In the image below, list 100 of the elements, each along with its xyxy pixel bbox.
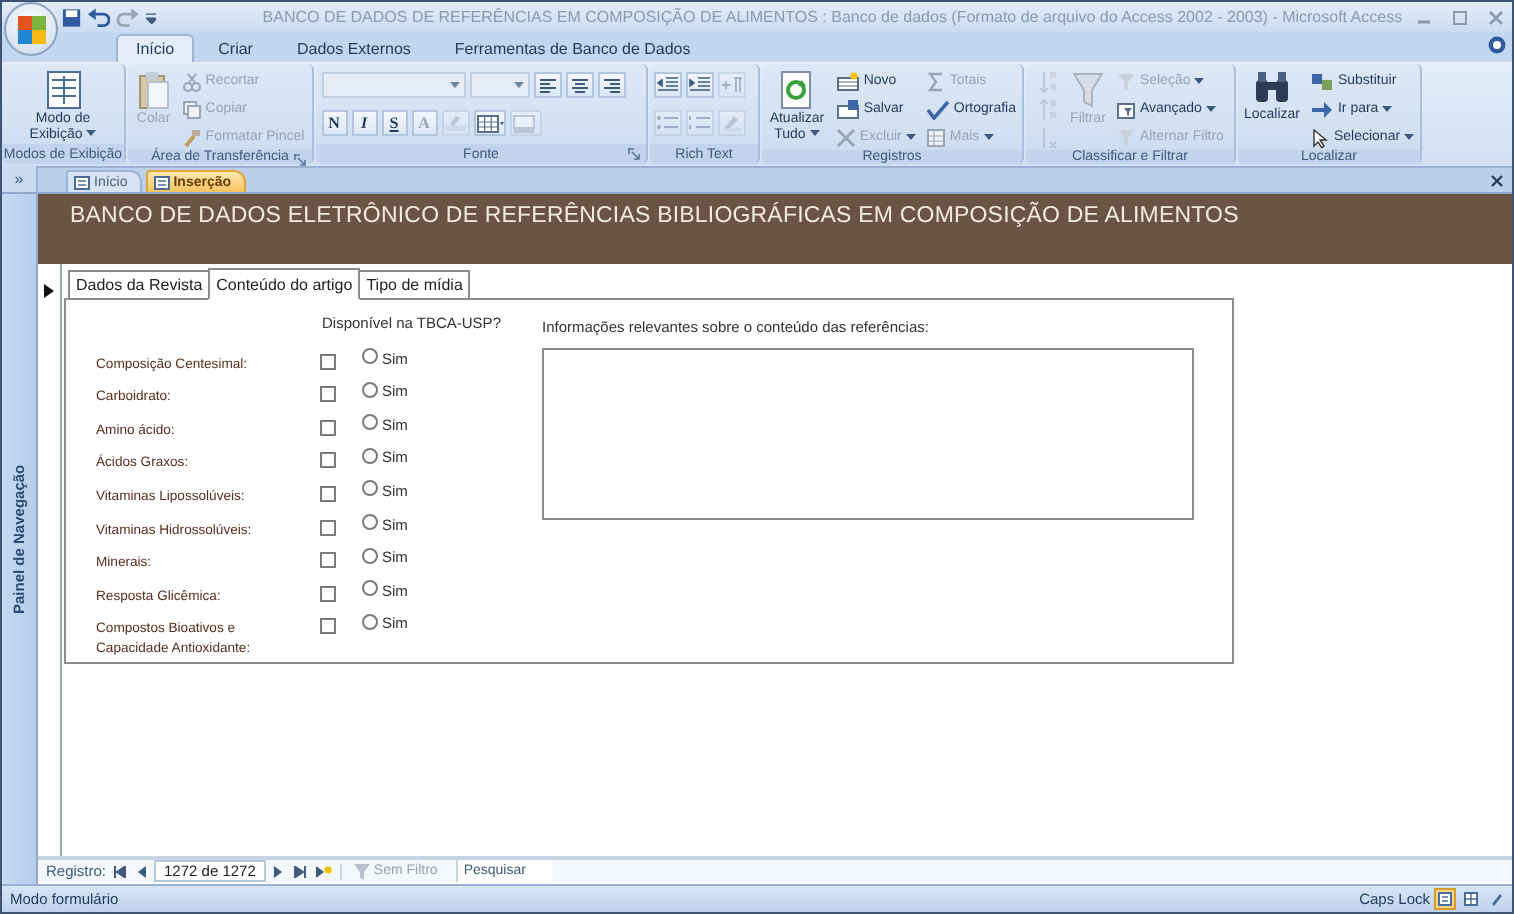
bullet-list-icon (656, 114, 680, 132)
checkbox[interactable] (320, 618, 336, 635)
ribbon-icon-button[interactable] (533, 72, 561, 98)
ribbon-icon-button[interactable] (686, 72, 714, 98)
new-record-button[interactable] (313, 865, 334, 877)
checkbox[interactable] (320, 519, 336, 536)
gridlines-icon (475, 113, 503, 133)
format-button[interactable]: S (381, 110, 407, 136)
scissors-icon (181, 71, 202, 91)
notes-field[interactable] (542, 348, 1194, 520)
caret-icon (1382, 105, 1393, 113)
caret-icon (905, 133, 916, 141)
previous-icon (136, 865, 147, 877)
form-title: BANCO DE DADOS ELETRÔNICO DE REFERÊNCIAS BIBLIOGRÁFICAS EM COMPOSIÇÃO DE ALIMENTOS (70, 204, 1239, 228)
checkbox[interactable] (320, 485, 336, 502)
format-button[interactable]: I (351, 110, 377, 136)
maximize-icon (1452, 9, 1469, 25)
copy-icon (181, 99, 202, 119)
last-record-button[interactable] (291, 865, 308, 877)
new-record-icon (315, 865, 332, 877)
align-right-icon (601, 77, 621, 93)
brush-icon (181, 127, 202, 147)
caret-icon (1194, 77, 1205, 85)
ribbon-icon-button[interactable] (597, 72, 625, 98)
checkbox[interactable] (320, 353, 336, 370)
expand-pane-button[interactable]: » (2, 166, 38, 192)
current-record-icon (44, 284, 54, 298)
sort-ascending-icon (1038, 69, 1059, 93)
ribbon-tab[interactable]: Dados Externos (276, 34, 431, 62)
align-center-icon (569, 77, 589, 93)
align-left-icon (537, 77, 557, 93)
caret-icon (449, 81, 459, 89)
save-record-icon (835, 99, 860, 119)
increase-indent-icon (688, 76, 712, 94)
caret-icon (86, 130, 97, 138)
next-record-button[interactable] (271, 865, 286, 877)
sort-descending-icon (1038, 97, 1059, 121)
form-icon (74, 175, 90, 189)
caret-icon (1404, 133, 1415, 141)
clipboard-icon (135, 70, 172, 110)
customize-caret-icon (145, 11, 157, 23)
caret-icon (983, 133, 994, 141)
dialog-launcher-icon[interactable] (294, 154, 306, 166)
view-button[interactable] (1434, 888, 1456, 910)
previous-record-button[interactable] (134, 865, 149, 877)
checkbox[interactable] (320, 452, 336, 469)
more-icon (925, 127, 946, 147)
format-button[interactable]: N (321, 110, 347, 136)
record-selector[interactable] (38, 264, 62, 856)
close-icon[interactable] (1490, 174, 1504, 188)
first-icon (114, 865, 127, 877)
pointer-icon (1309, 127, 1330, 147)
decrease-indent-icon (656, 76, 680, 94)
caret-icon (1205, 105, 1216, 113)
advanced-filter-icon (1115, 99, 1136, 119)
new-record-icon (835, 71, 860, 91)
help-icon[interactable] (1488, 36, 1506, 54)
numbered-list-icon (688, 114, 712, 132)
undo-icon (87, 7, 111, 27)
checkbox[interactable] (320, 419, 336, 436)
save-icon (62, 7, 82, 27)
first-record-button[interactable] (112, 865, 129, 877)
sigma-icon (925, 71, 946, 91)
funnel-icon (1071, 70, 1104, 110)
caret-icon (809, 130, 820, 138)
form-tab[interactable]: Tipo de mídia (358, 270, 471, 298)
ribbon-icon-button[interactable] (473, 110, 505, 136)
ribbon-tab[interactable]: Início (116, 34, 195, 62)
redo-icon (116, 7, 140, 27)
spelling-icon (925, 99, 950, 119)
view-button[interactable] (1460, 888, 1482, 910)
funnel-icon (353, 863, 370, 879)
delete-icon (835, 127, 856, 147)
clear-sort-icon (1038, 125, 1059, 149)
view-button[interactable] (1486, 888, 1508, 910)
form-view-icon (45, 70, 81, 110)
paragraph-direction-icon (720, 76, 744, 94)
ribbon-icon-button[interactable] (654, 72, 682, 98)
highlighter-icon (720, 114, 744, 132)
checkbox[interactable] (320, 585, 336, 602)
form-view-icon (1438, 892, 1452, 906)
refresh-icon (780, 70, 813, 110)
logo-icon (15, 13, 47, 45)
ribbon-tab[interactable]: Criar (198, 34, 273, 62)
filter-icon (1115, 71, 1136, 91)
form-icon (153, 175, 170, 189)
replace-icon (1309, 71, 1334, 91)
datasheet-view-icon (1464, 892, 1478, 906)
binoculars-icon (1253, 70, 1290, 106)
form-tab[interactable]: Conteúdo do artigo (208, 268, 361, 300)
form-tab[interactable]: Dados da Revista (68, 270, 211, 298)
ribbon-tab[interactable]: Ferramentas de Banco de Dados (434, 34, 711, 62)
ribbon-icon-button[interactable] (565, 72, 593, 98)
checkbox[interactable] (320, 386, 336, 403)
last-icon (293, 865, 306, 877)
dialog-launcher-icon[interactable] (628, 148, 640, 160)
checkbox[interactable] (320, 552, 336, 569)
highlighter-icon (443, 114, 467, 132)
design-view-icon (1490, 892, 1504, 906)
caret-icon (513, 81, 523, 89)
